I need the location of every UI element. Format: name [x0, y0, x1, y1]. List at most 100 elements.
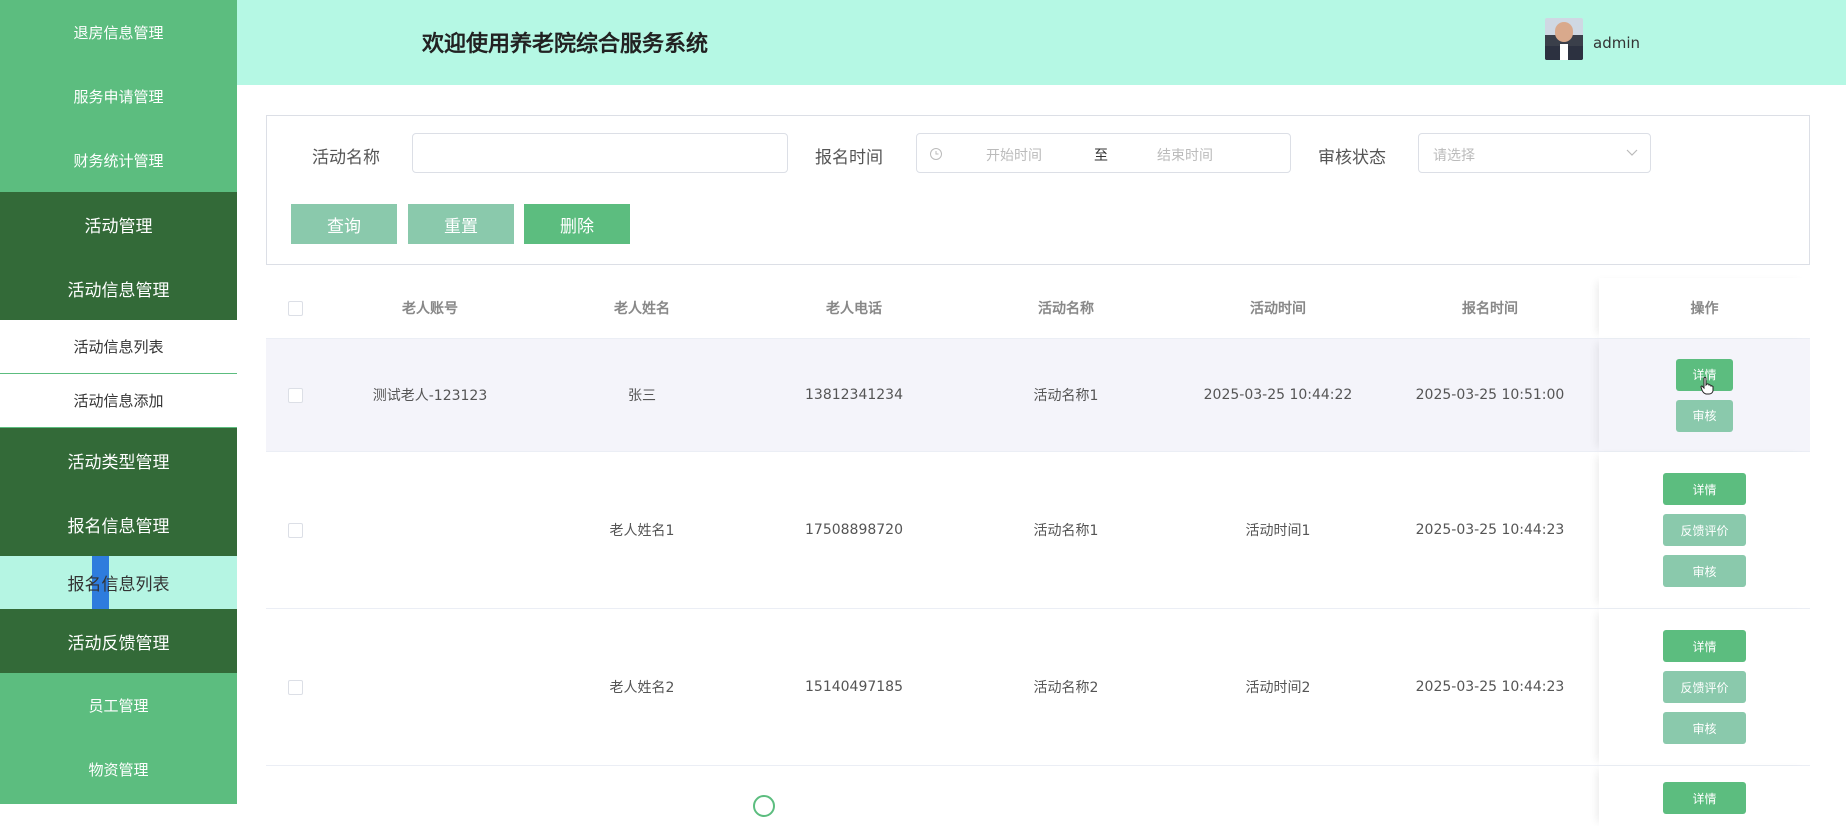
operations-cell: 详情 [1599, 766, 1810, 826]
sidebar-item-staff-mgmt[interactable]: 员工管理 [0, 673, 237, 737]
row-select-cell [266, 609, 324, 765]
sidebar-item-label: 活动信息添加 [73, 392, 164, 410]
sidebar-item-label: 活动管理 [84, 216, 153, 237]
operations-header-cell: 操作 [1599, 278, 1810, 338]
review-button[interactable]: 审核 [1676, 399, 1733, 432]
sidebar-item-signup-info-list[interactable]: 报名信息列表 [0, 556, 237, 609]
column-header: 老人账号 [402, 301, 458, 317]
cell-signup-time: 2025-03-25 10:44:23 [1415, 522, 1565, 538]
row-checkbox[interactable] [287, 679, 303, 695]
avatar-shirt [1560, 44, 1568, 60]
activity-name-field-wrap [412, 133, 788, 173]
search-panel: 活动名称 报名时间 开始时间 至 结束时间 审核状态 请选择 查询 重置 删除 [266, 115, 1810, 265]
avatar[interactable] [1545, 18, 1583, 60]
operations-cell: 详情 审核 [1599, 339, 1810, 451]
sidebar-item-label: 活动信息管理 [67, 280, 170, 301]
username[interactable]: admin [1593, 34, 1640, 52]
operations-buttons: 详情 反馈评价 审核 [1599, 452, 1810, 608]
review-status-label: 审核状态 [1318, 148, 1386, 168]
table-header-row: 老人账号 老人姓名 老人电话 活动名称 活动时间 报名时间 操作 [266, 278, 1810, 338]
row-select-cell [266, 339, 324, 451]
operations-buttons: 详情 审核 [1599, 339, 1810, 451]
table-row: 老人姓名2 15140497185 活动名称2 活动时间2 2025-03-25… [266, 608, 1810, 765]
loading-spinner-icon [753, 795, 775, 817]
review-status-placeholder: 请选择 [1433, 148, 1475, 164]
delete-button[interactable]: 删除 [524, 204, 630, 244]
activity-name-label: 活动名称 [312, 148, 380, 168]
cell-name: 张三 [628, 388, 656, 404]
cell-account [324, 609, 536, 765]
row-checkbox[interactable] [287, 522, 303, 538]
cell-activity-time: 活动时间1 [1245, 523, 1311, 539]
operations-buttons: 详情 [1599, 766, 1810, 814]
select-all-checkbox[interactable] [287, 300, 303, 316]
sidebar-item-service-request[interactable]: 服务申请管理 [0, 64, 237, 128]
cell-account: 测试老人-123123 [372, 388, 488, 404]
cell-account [324, 452, 536, 608]
operations-buttons: 详情 反馈评价 审核 [1599, 609, 1810, 765]
top-header: 欢迎使用养老院综合服务系统 admin [237, 0, 1846, 85]
activity-name-input[interactable] [413, 134, 787, 172]
sidebar-item-activity-info-mgmt[interactable]: 活动信息管理 [0, 256, 237, 320]
sidebar-item-label: 报名信息管理 [67, 516, 170, 537]
range-separator: 至 [1094, 148, 1108, 164]
sidebar-item-label: 财务统计管理 [73, 151, 164, 170]
select-all-cell [266, 278, 324, 338]
table-row: 详情 [266, 765, 1810, 826]
feedback-button[interactable]: 反馈评价 [1663, 671, 1746, 703]
sidebar-item-checkout-info[interactable]: 退房信息管理 [0, 0, 237, 64]
sidebar-item-finance-stats[interactable]: 财务统计管理 [0, 128, 237, 192]
sidebar: 退房信息管理 服务申请管理 财务统计管理 活动管理 活动信息管理 活动信息列表 … [0, 0, 237, 804]
cell-phone: 17508898720 [805, 522, 903, 538]
cell-activity: 活动名称1 [1033, 523, 1099, 539]
signup-table: 老人账号 老人姓名 老人电话 活动名称 活动时间 报名时间 操作 测试老人-12… [266, 278, 1810, 826]
hand-pointer-icon [1700, 377, 1714, 395]
query-button[interactable]: 查询 [291, 204, 397, 244]
sidebar-item-activity-mgmt[interactable]: 活动管理 [0, 192, 237, 256]
page-title: 欢迎使用养老院综合服务系统 [422, 32, 709, 57]
row-select-cell [266, 452, 324, 608]
avatar-face [1555, 22, 1573, 42]
review-status-select[interactable]: 请选择 [1418, 133, 1651, 173]
cell-phone: 15140497185 [805, 679, 903, 695]
start-time-placeholder[interactable]: 开始时间 [986, 145, 1042, 165]
sidebar-item-signup-info-mgmt[interactable]: 报名信息管理 [0, 492, 237, 556]
sidebar-item-label: 服务申请管理 [73, 87, 164, 106]
sidebar-item-activity-info-add[interactable]: 活动信息添加 [0, 374, 237, 428]
column-header: 活动名称 [1038, 301, 1094, 317]
cell-activity-time: 2025-03-25 10:44:22 [1203, 387, 1353, 403]
sidebar-item-supplies-mgmt[interactable]: 物资管理 [0, 737, 237, 801]
end-time-placeholder[interactable]: 结束时间 [1157, 145, 1213, 165]
cell-phone: 13812341234 [805, 387, 903, 403]
column-header: 老人姓名 [614, 301, 670, 317]
reset-button[interactable]: 重置 [408, 204, 514, 244]
column-header: 报名时间 [1462, 301, 1518, 317]
sidebar-item-activity-info-list[interactable]: 活动信息列表 [0, 320, 237, 374]
review-button[interactable]: 审核 [1663, 555, 1746, 587]
cell-activity: 活动名称1 [1033, 388, 1099, 404]
review-button[interactable]: 审核 [1663, 712, 1746, 744]
feedback-button[interactable]: 反馈评价 [1663, 514, 1746, 546]
signup-time-range[interactable]: 开始时间 至 结束时间 [916, 133, 1291, 173]
chevron-down-icon [1626, 149, 1638, 156]
sidebar-item-activity-feedback-mgmt[interactable]: 活动反馈管理 [0, 609, 237, 673]
detail-button[interactable]: 详情 [1663, 782, 1746, 814]
sidebar-item-activity-type-mgmt[interactable]: 活动类型管理 [0, 428, 237, 492]
sidebar-item-label: 活动类型管理 [67, 452, 170, 473]
cell-name: 老人姓名1 [609, 523, 675, 539]
row-checkbox[interactable] [287, 387, 303, 403]
detail-button[interactable]: 详情 [1663, 630, 1746, 662]
sidebar-item-label: 物资管理 [88, 760, 149, 779]
sidebar-item-label: 活动信息列表 [73, 338, 164, 356]
cell-signup-time: 2025-03-25 10:51:00 [1415, 387, 1565, 403]
cell-activity-time: 活动时间2 [1245, 680, 1311, 696]
column-header: 活动时间 [1250, 301, 1306, 317]
detail-button[interactable]: 详情 [1663, 473, 1746, 505]
clock-icon [930, 148, 942, 160]
sidebar-item-label: 报名信息列表 [67, 575, 170, 595]
cell-name: 老人姓名2 [609, 680, 675, 696]
table-row: 测试老人-123123 张三 13812341234 活动名称1 2025-03… [266, 338, 1810, 451]
sidebar-item-label: 员工管理 [88, 696, 149, 715]
signup-time-label: 报名时间 [815, 148, 883, 168]
sidebar-item-label: 活动反馈管理 [67, 633, 170, 654]
